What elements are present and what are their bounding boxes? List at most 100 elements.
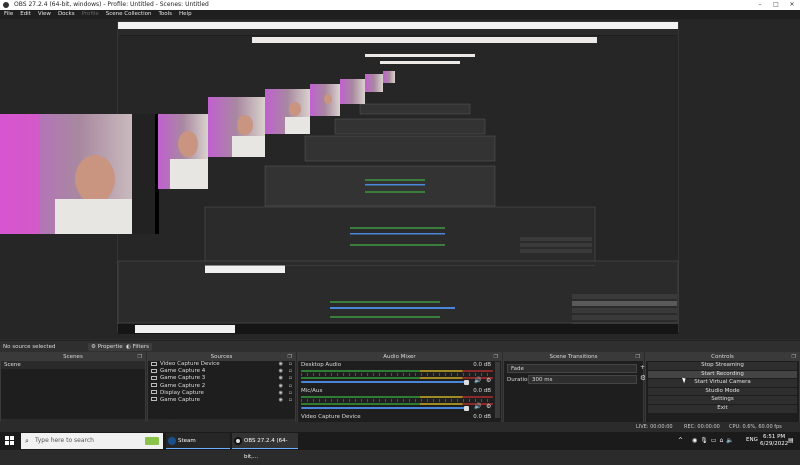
- scenes-dock: Scenes❐ Scene + − ⌃ ⌄: [0, 352, 146, 432]
- windows-start-icon[interactable]: [5, 436, 14, 445]
- dock-float-icon[interactable]: ❐: [494, 353, 498, 361]
- settings-button[interactable]: Settings: [648, 396, 797, 404]
- visibility-eye-icon[interactable]: ◉: [279, 368, 283, 375]
- mixer-scrollbar[interactable]: [495, 362, 500, 418]
- studio-mode-button[interactable]: Studio Mode: [648, 387, 797, 396]
- meter-ticks: [301, 373, 493, 376]
- taskbar-app-obs[interactable]: OBS 27.2.4 (64-bit,...: [232, 433, 298, 460]
- active-indicator: [166, 448, 230, 449]
- taskbar-app-steam[interactable]: Steam: [166, 433, 230, 449]
- controls-dock: Controls ❐ Stop Streaming Start Recording…: [645, 352, 800, 432]
- rec-status: REC: 00:00:00: [684, 424, 720, 430]
- dock-float-icon[interactable]: ❐: [138, 353, 142, 361]
- volume-slider[interactable]: [301, 407, 469, 409]
- visibility-eye-icon[interactable]: ◉: [279, 375, 283, 382]
- start-virtual-camera-button[interactable]: Start Virtual Camera: [648, 379, 797, 387]
- maximize-button[interactable]: □: [768, 0, 784, 10]
- speaker-mute-icon[interactable]: 🔊: [474, 377, 481, 384]
- lock-icon[interactable]: ▫: [289, 390, 292, 397]
- cpu-status: CPU: 0.6%, 60.00 fps: [729, 424, 782, 430]
- taskbar-app-label: OBS 27.2.4 (64-bit,...: [244, 438, 288, 460]
- camera-icon: [151, 361, 157, 366]
- volume-slider-handle[interactable]: [464, 405, 469, 411]
- volume-meter: [301, 370, 493, 372]
- sources-dock: Sources ❐ Video Capture Device ◉ ▫ Game Cap…: [147, 352, 296, 432]
- minimize-button[interactable]: –: [752, 0, 768, 10]
- menu-edit[interactable]: Edit: [20, 10, 31, 19]
- program-preview[interactable]: [0, 19, 800, 339]
- source-item[interactable]: Game Capture 4 ◉ ▫: [148, 368, 295, 375]
- start-recording-button[interactable]: Start Recording: [648, 370, 797, 379]
- channel-name: Video Capture Device: [301, 414, 361, 420]
- scenes-title: Scenes: [63, 354, 83, 360]
- source-item[interactable]: Video Capture Device ◉ ▫: [148, 361, 295, 368]
- taskbar-search-box[interactable]: ⌕ Type here to search: [21, 433, 163, 449]
- channel-gear-icon[interactable]: ⚙: [486, 377, 491, 384]
- menu-help[interactable]: Help: [179, 10, 192, 19]
- window-titlebar: OBS 27.2.4 (64-bit, windows) - Profile: …: [0, 0, 800, 10]
- source-label: Game Capture 4: [160, 368, 206, 375]
- source-item[interactable]: Display Capture ◉ ▫: [148, 390, 295, 397]
- menu-profile[interactable]: Profile: [82, 10, 99, 19]
- transition-select[interactable]: Fade: [507, 364, 637, 373]
- stop-streaming-button[interactable]: Stop Streaming: [648, 362, 797, 370]
- scene-list-item[interactable]: Scene: [1, 361, 145, 369]
- filters-button[interactable]: ◐ Filters: [123, 343, 153, 351]
- menu-scene-collection[interactable]: Scene Collection: [106, 10, 152, 19]
- lock-icon[interactable]: ▫: [289, 361, 292, 368]
- live-status: LIVE: 00:00:00: [636, 424, 673, 430]
- volume-slider[interactable]: [301, 381, 469, 383]
- lock-icon[interactable]: ▫: [289, 397, 292, 404]
- menu-tools[interactable]: Tools: [158, 10, 172, 19]
- obs-tray-icon[interactable]: ◉: [692, 437, 697, 444]
- search-highlight-icon: [145, 437, 159, 445]
- menu-docks[interactable]: Docks: [58, 10, 75, 19]
- visibility-eye-icon[interactable]: ◉: [279, 383, 283, 390]
- volume-icon[interactable]: 🔈: [726, 437, 733, 444]
- dock-float-icon[interactable]: ❐: [792, 353, 796, 361]
- game-capture-icon: [151, 375, 157, 380]
- language-indicator[interactable]: ENG: [746, 437, 758, 443]
- source-item[interactable]: Game Capture 2 ◉ ▫: [148, 383, 295, 390]
- microphone-icon[interactable]: 🎙: [700, 437, 708, 444]
- sources-title: Sources: [210, 354, 233, 360]
- visibility-eye-icon[interactable]: ◉: [279, 390, 283, 397]
- menu-file[interactable]: File: [4, 10, 13, 19]
- volume-meter: [301, 377, 493, 379]
- mixer-channel: Mic/Aux 0.0 dB 🔊 ⚙: [298, 387, 501, 413]
- lock-icon[interactable]: ▫: [289, 375, 292, 382]
- taskbar-clock[interactable]: 6:51 PM 6/29/2022: [760, 434, 788, 448]
- exit-button[interactable]: Exit: [648, 404, 797, 413]
- recursive-preview-image: [0, 21, 679, 334]
- audio-mixer-dock: Audio Mixer ❐ Desktop Audio 0.0 dB 🔊 ⚙ Mi…: [297, 352, 502, 432]
- visibility-eye-icon[interactable]: ◉: [279, 397, 283, 404]
- lock-icon[interactable]: ▫: [289, 368, 292, 375]
- clock-date: 6/29/2022: [760, 441, 789, 447]
- duration-field[interactable]: 300 ms: [528, 375, 637, 384]
- volume-slider-handle[interactable]: [464, 379, 469, 385]
- network-icon[interactable]: ⌂: [720, 437, 724, 444]
- menu-bar: File Edit View Docks Profile Scene Colle…: [0, 10, 800, 19]
- display-icon[interactable]: ▭: [711, 437, 717, 444]
- channel-name: Desktop Audio: [301, 362, 342, 368]
- visibility-eye-icon[interactable]: ◉: [279, 361, 283, 368]
- search-icon: ⌕: [25, 437, 29, 445]
- source-label: Game Capture 3: [160, 375, 206, 382]
- obs-status-bar: LIVE: 00:00:00 REC: 00:00:00 CPU: 0.6%, …: [0, 422, 800, 432]
- channel-gear-icon[interactable]: ⚙: [486, 403, 491, 410]
- notification-icon[interactable]: ▤: [788, 437, 794, 444]
- source-item[interactable]: Game Capture 3 ◉ ▫: [148, 375, 295, 382]
- close-button[interactable]: ✕: [784, 0, 800, 10]
- source-item[interactable]: Game Capture ◉ ▫: [148, 397, 295, 404]
- lock-icon[interactable]: ▫: [289, 383, 292, 390]
- tray-expand-icon[interactable]: ^: [678, 437, 683, 444]
- dock-float-icon[interactable]: ❐: [636, 353, 640, 361]
- speaker-mute-icon[interactable]: 🔊: [474, 403, 481, 410]
- channel-db: 0.0 dB: [473, 362, 491, 368]
- dock-float-icon[interactable]: ❐: [288, 353, 292, 361]
- menu-view[interactable]: View: [38, 10, 51, 19]
- tray-icons: ◉ 🎙 ▭ ⌂ 🔈: [692, 437, 734, 444]
- mixer-header: Audio Mixer ❐: [298, 353, 501, 361]
- game-capture-icon: [151, 383, 157, 388]
- volume-meter: [301, 403, 493, 405]
